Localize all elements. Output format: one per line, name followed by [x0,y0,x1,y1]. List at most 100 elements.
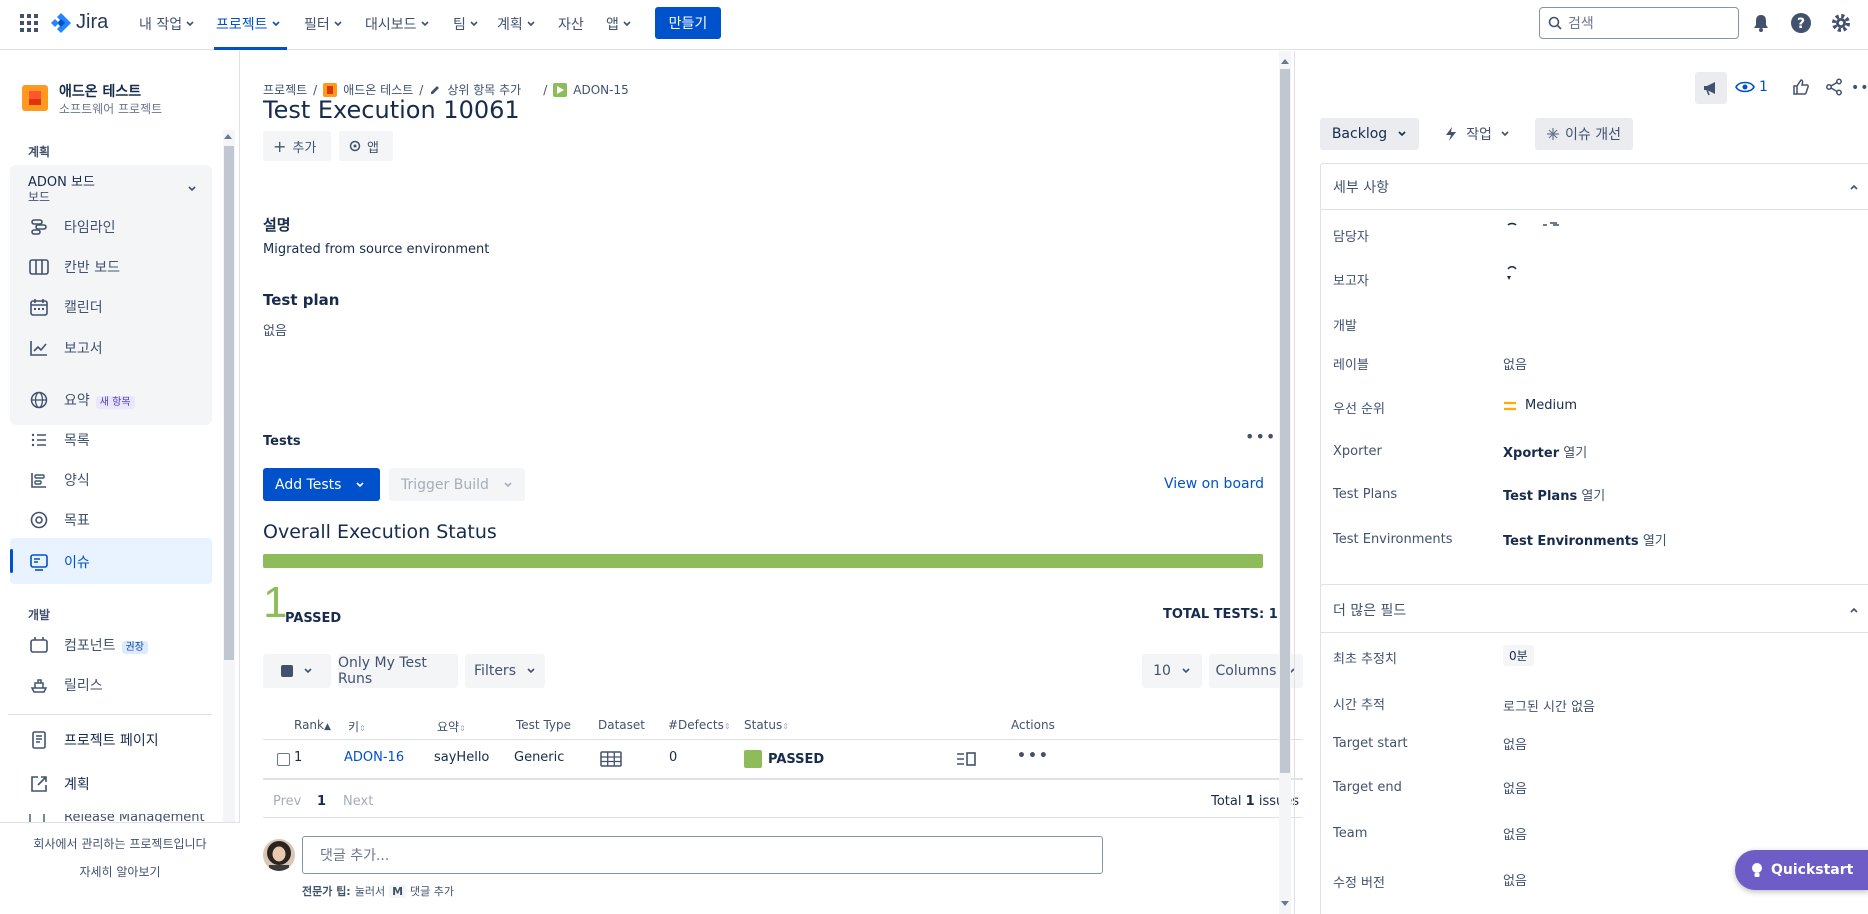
improve-issue-button[interactable]: 이슈 개선 [1535,118,1633,150]
sidebar-item-components[interactable]: 컴포넌트 권장 [28,634,148,656]
description-text[interactable]: Migrated from source environment [263,242,489,257]
dataset-grid-icon[interactable] [600,751,622,767]
filters-button[interactable]: Filters [465,654,545,688]
issue-title[interactable]: Test Execution 10061 [263,96,520,124]
xporter-open-link[interactable]: Xporter 열기 [1503,442,1587,461]
more-actions-icon[interactable]: ••• [1851,80,1868,96]
row-actions-more-icon[interactable]: ••• [1017,748,1050,764]
thumbs-up-icon[interactable] [1792,78,1810,96]
column-header-defects[interactable]: #Defects⇕ [668,718,731,732]
help-icon[interactable]: ? [1790,12,1812,34]
project-avatar[interactable] [22,85,48,111]
settings-gear-icon[interactable] [1830,12,1852,34]
reporter-value[interactable] [1503,263,1533,283]
create-button[interactable]: 만들기 [655,7,721,39]
scroll-up-arrow-icon[interactable] [224,134,232,139]
details-heading[interactable]: 세부 사항 [1333,177,1389,197]
current-user-avatar[interactable] [263,839,295,871]
release-management-icon [28,814,50,822]
jira-logo[interactable]: Jira [50,11,108,34]
nav-filters[interactable]: 필터 [304,14,343,34]
nav-my-work[interactable]: 내 작업 [139,14,195,34]
pager-current-page[interactable]: 1 [317,794,326,809]
scroll-down-arrow-icon[interactable] [1281,901,1289,906]
nav-dashboards[interactable]: 대시보드 [365,14,430,34]
sidebar-item-forms[interactable]: 양식 [28,469,90,491]
team-value[interactable]: 없음 [1503,824,1527,843]
learn-more-link[interactable]: 자세히 알아보기 [0,863,240,880]
test-plans-open-link[interactable]: Test Plans 열기 [1503,485,1605,504]
sidebar-item-timeline[interactable]: 타임라인 [28,216,116,238]
row-checkbox[interactable] [277,753,290,766]
sidebar-item-reports[interactable]: 보고서 [28,337,103,359]
notifications-icon[interactable] [1750,12,1772,34]
column-header-status[interactable]: Status⇕ [744,718,789,732]
only-my-test-runs-button[interactable]: Only My Test Runs [338,654,458,688]
nav-plans[interactable]: 계획 [497,14,536,34]
chevron-up-icon[interactable] [1849,605,1859,615]
pager-next[interactable]: Next [343,794,373,809]
divider [8,714,212,715]
nav-projects[interactable]: 프로젝트 [216,14,281,34]
column-header-summary[interactable]: 요약⇕ [437,718,466,735]
scroll-up-arrow-icon[interactable] [1281,59,1289,64]
sidebar-item-goals[interactable]: 목표 [28,509,90,531]
column-header-dataset[interactable]: Dataset [598,718,645,732]
search-input[interactable]: 검색 [1539,7,1739,39]
quickstart-button[interactable]: Quickstart [1735,850,1868,890]
scrollbar-thumb[interactable] [1280,69,1290,773]
view-on-board-link[interactable]: View on board [1164,476,1264,492]
sidebar-item-summary[interactable]: 요약 새 항목 [28,389,135,411]
labels-value[interactable]: 없음 [1503,354,1527,373]
status-filter-dropdown[interactable] [263,654,331,688]
pager-prev[interactable]: Prev [273,794,301,809]
target-start-value[interactable]: 없음 [1503,734,1527,753]
sidebar-item-releases[interactable]: 릴리스 [28,674,103,696]
fix-version-value[interactable]: 없음 [1503,870,1527,889]
test-environments-open-link[interactable]: Test Environments 열기 [1503,530,1667,549]
trigger-build-button[interactable]: Trigger Build [389,468,525,501]
assignee-value[interactable] [1503,219,1573,235]
sidebar-item-calendar[interactable]: 캘린더 [28,296,103,318]
sidebar-item-list[interactable]: 목록 [28,429,90,451]
add-tests-button[interactable]: Add Tests [263,468,380,501]
feedback-megaphone-icon[interactable] [1695,72,1727,104]
apps-button[interactable]: 앱 [339,131,393,161]
sidebar-scrollbar[interactable] [223,130,235,875]
tests-more-icon[interactable]: ••• [1245,427,1276,446]
target-end-value[interactable]: 없음 [1503,778,1527,797]
sidebar-item-release-management[interactable]: Release Management [0,814,222,822]
more-fields-heading[interactable]: 더 많은 필드 [1333,600,1406,620]
add-comment-input[interactable]: 댓글 추가... [302,836,1103,874]
breadcrumb-issue-key[interactable]: ADON-15 [573,83,628,97]
app-switcher-icon[interactable] [20,14,38,32]
watchers-button[interactable]: 1 [1735,79,1768,95]
chevron-up-icon[interactable] [1849,182,1859,192]
sidebar-item-issues-content[interactable]: 이슈 [28,551,90,573]
nav-teams[interactable]: 팀 [453,14,479,34]
execution-details-icon[interactable] [956,751,976,767]
project-name[interactable]: 애드온 테스트 [59,81,141,101]
sidebar-item-kanban[interactable]: 칸반 보드 [28,256,120,278]
row-summary[interactable]: sayHello [434,750,489,765]
row-key-link[interactable]: ADON-16 [344,750,404,765]
priority-value[interactable]: Medium [1503,398,1577,413]
original-estimate-value[interactable]: 0분 [1503,645,1534,666]
nav-assets[interactable]: 자산 [558,14,584,34]
chevron-down-icon[interactable] [187,184,197,194]
test-plan-value[interactable]: 없음 [263,320,287,339]
column-header-test-type[interactable]: Test Type [516,718,571,732]
status-dropdown[interactable]: Backlog [1320,118,1419,150]
share-icon[interactable] [1825,78,1843,96]
column-header-key[interactable]: 키⇕ [348,718,366,735]
scrollbar-thumb[interactable] [224,146,234,660]
sidebar-item-project-pages[interactable]: 프로젝트 페이지 [28,729,159,751]
action-dropdown[interactable]: 작업 [1436,118,1518,150]
column-header-rank[interactable]: Rank▲ [294,718,331,732]
main-scrollbar[interactable] [1279,51,1291,914]
page-size-select[interactable]: 10 [1142,654,1202,688]
add-button[interactable]: + 추가 [263,131,331,161]
time-tracking-value[interactable]: 로그된 시간 없음 [1503,696,1595,715]
nav-apps[interactable]: 앱 [606,14,632,34]
sidebar-item-plans[interactable]: 계획 [28,773,90,795]
